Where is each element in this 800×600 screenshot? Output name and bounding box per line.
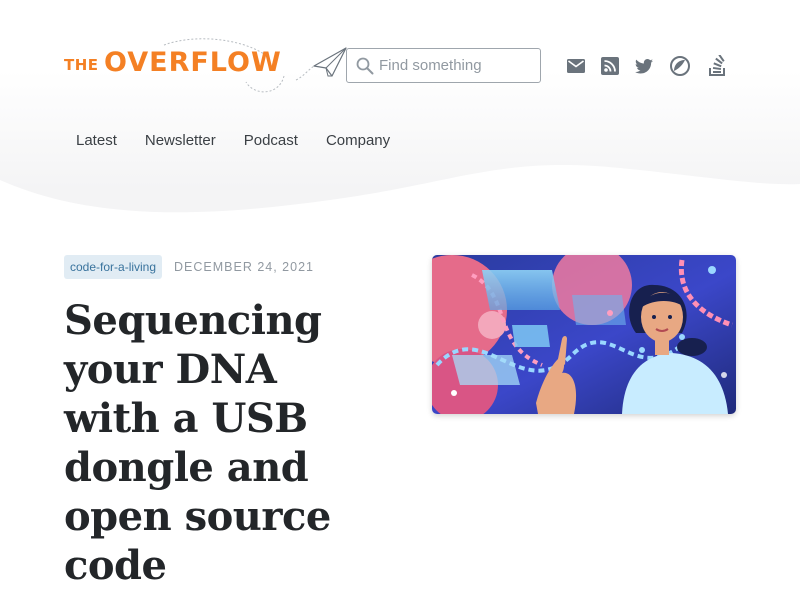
main-nav: Latest Newsletter Podcast Company <box>76 132 418 149</box>
dna-illustration <box>432 255 736 414</box>
search-input[interactable] <box>379 49 534 82</box>
search-icon <box>356 57 374 75</box>
twitter-icon[interactable] <box>633 55 655 77</box>
mail-icon[interactable] <box>565 55 587 77</box>
article-title[interactable]: Sequencing your DNA with a USB dongle an… <box>64 296 364 590</box>
logo-wordmark: OVERFLOW <box>104 47 282 78</box>
nav-podcast[interactable]: Podcast <box>244 132 298 149</box>
nav-latest[interactable]: Latest <box>76 132 117 149</box>
nav-newsletter[interactable]: Newsletter <box>145 132 216 149</box>
logo-the: THE <box>64 56 99 74</box>
article-hero-image[interactable] <box>432 255 736 414</box>
podcast-icon[interactable] <box>669 55 691 77</box>
stackoverflow-icon[interactable] <box>707 55 729 77</box>
nav-company[interactable]: Company <box>326 132 390 149</box>
category-tag[interactable]: code-for-a-living <box>64 255 163 279</box>
header-wave <box>0 164 800 220</box>
publish-date: DECEMBER 24, 2021 <box>174 260 314 274</box>
site-logo[interactable]: THE OVERFLOW <box>64 36 354 96</box>
rss-icon[interactable] <box>599 55 621 77</box>
search-box[interactable] <box>346 48 541 83</box>
